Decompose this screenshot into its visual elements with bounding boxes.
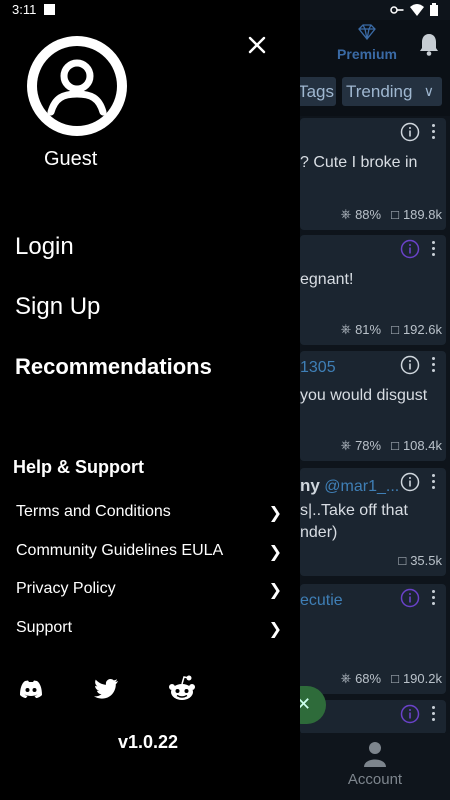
more-vert-icon[interactable]	[432, 474, 436, 492]
comment-icon: □	[391, 437, 399, 453]
account-label: Account	[347, 771, 403, 788]
privacy-policy-label: Privacy Policy	[16, 580, 116, 597]
comment-icon: □	[398, 553, 407, 568]
more-vert-icon[interactable]	[432, 124, 436, 142]
chevron-down-icon: ∨	[423, 83, 434, 99]
privacy-policy-link[interactable]: Privacy Policy ❯	[16, 580, 286, 599]
post-card[interactable]: 1305 you would disgust ⎈ 78% □ 108.4k	[300, 351, 446, 461]
account-tab[interactable]: Account	[342, 741, 408, 788]
info-icon[interactable]	[400, 239, 420, 259]
info-icon[interactable]	[400, 704, 420, 724]
diamond-icon	[358, 24, 376, 41]
system-icons	[390, 3, 438, 16]
comment-count: 192.6k	[402, 321, 442, 337]
trending-dropdown[interactable]: Trending ∨	[342, 77, 442, 106]
post-text: ? Cute I broke in	[300, 154, 418, 171]
trending-label: Trending	[346, 82, 413, 101]
signup-link[interactable]: Sign Up	[15, 293, 100, 321]
discord-icon[interactable]	[16, 674, 46, 704]
premium-button[interactable]: Premium	[334, 24, 400, 62]
status-time: 3:11	[12, 2, 37, 17]
info-icon[interactable]	[400, 355, 420, 375]
tags-button[interactable]: Tags	[296, 77, 336, 106]
like-percent: 81%	[355, 321, 382, 337]
status-bar: 3:11	[0, 0, 450, 20]
post-handle: @mar1_...	[324, 478, 400, 495]
post-handle: ecutie	[300, 592, 343, 609]
like-percent: 88%	[355, 206, 382, 222]
notification-icon	[44, 4, 55, 15]
comment-count: 189.8k	[402, 206, 442, 222]
post-text: egnant!	[300, 271, 354, 288]
support-link[interactable]: Support ❯	[16, 619, 286, 638]
post-user-name: ny	[300, 476, 320, 495]
post-text: you would disgust	[300, 387, 428, 404]
comment-icon: □	[391, 321, 399, 337]
post-text: s|..Take off that	[300, 502, 408, 519]
info-icon[interactable]	[400, 122, 420, 142]
post-stats: ⎈ 88% □ 189.8k	[341, 206, 442, 222]
post-card[interactable]: ? Cute I broke in ⎈ 88% □ 189.8k	[300, 118, 446, 230]
user-name: Guest	[44, 148, 98, 170]
post-user: ny @mar1_...	[300, 476, 399, 496]
recommendations-link[interactable]: Recommendations	[15, 354, 212, 380]
more-vert-icon[interactable]	[432, 590, 436, 608]
post-stats: ⎈ 81% □ 192.6k	[341, 321, 442, 337]
comment-icon: □	[391, 670, 399, 686]
chevron-right-icon: ❯	[268, 544, 282, 561]
post-card[interactable]: egnant! ⎈ 81% □ 192.6k	[300, 235, 446, 345]
chevron-right-icon: ❯	[268, 582, 282, 599]
more-vert-icon[interactable]	[432, 706, 436, 724]
account-icon	[364, 742, 386, 767]
post-stats: □ 35.5k	[398, 553, 442, 568]
tags-label: Tags	[298, 82, 334, 101]
community-guidelines-label: Community Guidelines EULA	[16, 542, 224, 559]
twitter-icon[interactable]	[91, 674, 121, 704]
more-vert-icon[interactable]	[432, 357, 436, 375]
bottom-nav: Account	[300, 733, 450, 800]
chevron-right-icon: ❯	[268, 505, 282, 522]
comment-count: 35.5k	[410, 553, 442, 568]
like-icon: ⎈	[340, 437, 352, 452]
info-icon[interactable]	[400, 588, 420, 608]
terms-label: Terms and Conditions	[16, 503, 171, 520]
wifi-icon	[410, 3, 424, 16]
comment-count: 108.4k	[402, 437, 442, 453]
post-handle: 1305	[300, 359, 336, 376]
battery-icon	[430, 3, 438, 16]
more-vert-icon[interactable]	[432, 241, 436, 259]
support-label: Support	[16, 619, 73, 636]
chevron-right-icon: ❯	[268, 621, 282, 638]
terms-link[interactable]: Terms and Conditions ❯	[16, 503, 286, 522]
help-support-heading: Help & Support	[13, 457, 144, 477]
like-icon: ⎈	[340, 206, 352, 221]
community-guidelines-link[interactable]: Community Guidelines EULA ❯	[16, 542, 286, 561]
post-card[interactable]: ecutie ⎈ 68% □ 190.2k	[300, 584, 446, 694]
comment-count: 190.2k	[402, 670, 442, 686]
like-icon: ⎈	[340, 670, 352, 685]
post-card[interactable]: ny @mar1_... s|..Take off that nder) □ 35…	[300, 468, 446, 576]
post-stats: ⎈ 68% □ 190.2k	[341, 670, 442, 686]
post-text-line2: nder)	[300, 524, 338, 541]
like-icon: ⎈	[340, 321, 352, 336]
comment-icon: □	[391, 206, 399, 222]
nav-drawer: Guest Login Sign Up Recommendations Help…	[0, 0, 300, 800]
close-icon[interactable]	[244, 32, 270, 58]
like-percent: 68%	[355, 670, 382, 686]
user-avatar-icon[interactable]	[27, 36, 127, 136]
premium-label: Premium	[337, 46, 397, 62]
login-link[interactable]: Login	[15, 233, 74, 261]
info-icon[interactable]	[400, 472, 420, 492]
app-version: v1.0.22	[118, 732, 179, 752]
bell-icon[interactable]	[418, 32, 440, 56]
like-percent: 78%	[355, 437, 382, 453]
key-icon	[390, 5, 404, 14]
post-stats: ⎈ 78% □ 108.4k	[341, 437, 442, 453]
reddit-icon[interactable]	[167, 674, 197, 704]
